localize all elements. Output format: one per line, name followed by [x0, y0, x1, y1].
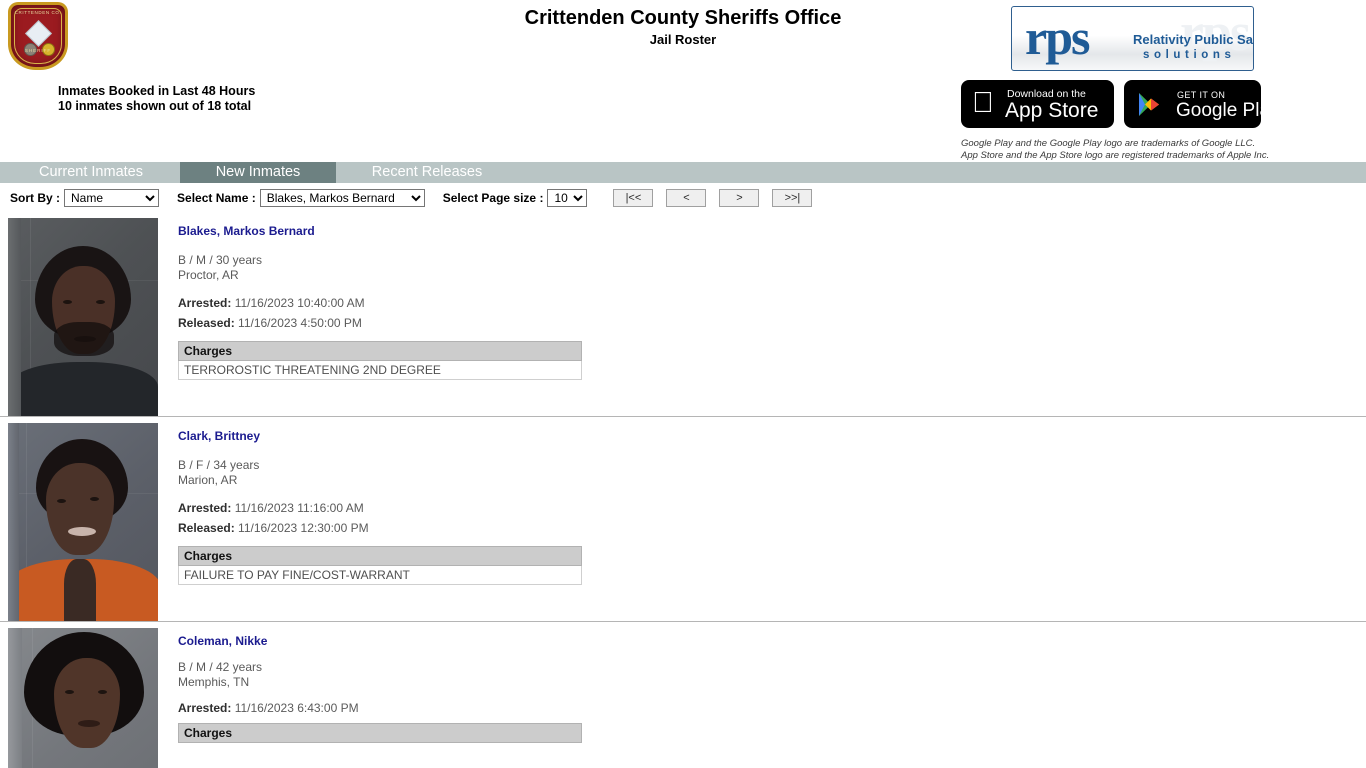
select-name-select[interactable]: Blakes, Markos Bernard — [259, 188, 425, 207]
app-store-big-label: App Store — [1005, 99, 1099, 122]
released-value: 11/16/2023 4:50:00 PM — [238, 316, 362, 330]
rps-tagline-2: solutions — [1143, 49, 1236, 61]
prev-page-button[interactable]: < — [666, 188, 707, 207]
arrested-value: 11/16/2023 11:16:00 AM — [234, 501, 364, 515]
inmate-demographics: B / M / 30 years — [178, 253, 263, 267]
inmate-location: Marion, AR — [178, 473, 238, 487]
charges-header-row: Charges — [178, 723, 582, 743]
released-label: Released: — [178, 316, 235, 330]
tab-bar: Current Inmates New Inmates Recent Relea… — [0, 162, 1366, 183]
charges-header-row: Charges — [178, 546, 582, 566]
charge-row: FAILURE TO PAY FINE/COST-WARRANT — [178, 565, 582, 585]
charges-header-cell: Charges — [178, 341, 582, 361]
charge-cell: FAILURE TO PAY FINE/COST-WARRANT — [178, 565, 582, 585]
inmate-details: Coleman, Nikke B / M / 42 years Memphis,… — [178, 628, 1366, 768]
arrested-value: 11/16/2023 6:43:00 PM — [234, 701, 359, 715]
inmate-record: Clark, Brittney B / F / 34 years Marion,… — [0, 416, 1366, 621]
inmate-mugshot — [8, 423, 158, 621]
arrested-label: Arrested: — [178, 296, 232, 310]
released-line: Released: 11/16/2023 12:30:00 PM — [178, 518, 1366, 538]
charge-cell: TERROROSTIC THREATENING 2ND DEGREE — [178, 360, 582, 380]
next-page-button[interactable]: > — [719, 188, 760, 207]
trademark-notice: Google Play and the Google Play logo are… — [961, 138, 1269, 161]
arrested-line: Arrested: 11/16/2023 10:40:00 AM — [178, 293, 1366, 313]
charges-table: Charges — [178, 723, 582, 743]
first-page-button[interactable]: |<< — [613, 188, 654, 207]
inmate-location: Memphis, TN — [178, 675, 250, 689]
charge-row: TERROROSTIC THREATENING 2ND DEGREE — [178, 360, 582, 380]
last-page-button[interactable]: >>| — [772, 188, 813, 207]
arrested-label: Arrested: — [178, 501, 232, 515]
inmate-dates: Arrested: 11/16/2023 11:16:00 AM Release… — [178, 498, 1366, 538]
released-line: Released: 11/16/2023 4:50:00 PM — [178, 313, 1366, 333]
released-label: Released: — [178, 521, 235, 535]
google-play-logo-icon — [1137, 92, 1161, 117]
tab-current-inmates[interactable]: Current Inmates — [8, 162, 174, 183]
inmate-demographics: B / M / 42 years — [178, 660, 263, 674]
page-size-label: Select Page size : — [442, 190, 544, 205]
inmate-location: Proctor, AR — [178, 268, 239, 282]
roster-controls: Sort By : Name Select Name : Blakes, Mar… — [0, 183, 1366, 212]
inmate-mugshot — [8, 628, 158, 768]
inmate-name-link[interactable]: Blakes, Markos Bernard — [178, 224, 315, 238]
apple-logo-icon:  — [972, 89, 996, 118]
arrested-label: Arrested: — [178, 701, 232, 715]
counts-line-2: 10 inmates shown out of 18 total — [58, 99, 252, 113]
inmate-details: Blakes, Markos Bernard B / M / 30 years … — [178, 218, 1366, 416]
charges-header-cell: Charges — [178, 723, 582, 743]
rps-wordmark: rps — [1025, 9, 1090, 65]
page-header: CRITTENDEN CO. SHERIFF Crittenden County… — [0, 0, 1366, 162]
charges-header-cell: Charges — [178, 546, 582, 566]
google-play-big-label: Google Play — [1176, 100, 1261, 121]
rps-tagline-1: Relativity Public Safety — [1133, 32, 1253, 47]
arrested-line: Arrested: 11/16/2023 6:43:00 PM — [178, 698, 1366, 718]
pagination: |<< < > >>| — [613, 188, 813, 207]
inmate-roster: Blakes, Markos Bernard B / M / 30 years … — [0, 212, 1366, 768]
trademark-line-1: Google Play and the Google Play logo are… — [961, 138, 1256, 149]
charges-table: Charges TERROROSTIC THREATENING 2ND DEGR… — [178, 341, 582, 380]
inmate-mugshot — [8, 218, 158, 416]
roster-counts: Inmates Booked in Last 48 Hours 10 inmat… — [58, 84, 255, 114]
inmate-dates: Arrested: 11/16/2023 10:40:00 AM Release… — [178, 293, 1366, 333]
sort-by-select[interactable]: Name — [64, 188, 160, 207]
inmate-name-link[interactable]: Coleman, Nikke — [178, 634, 267, 648]
app-store-button[interactable]:  Download on the App Store — [961, 80, 1114, 128]
inmate-record: Blakes, Markos Bernard B / M / 30 years … — [0, 212, 1366, 416]
charges-header-row: Charges — [178, 341, 582, 361]
badge-bottom-text: SHERIFF — [24, 48, 52, 53]
select-name-label: Select Name : — [177, 190, 256, 205]
tab-recent-releases[interactable]: Recent Releases — [344, 162, 510, 183]
trademark-line-2: App Store and the App Store logo are reg… — [961, 149, 1270, 161]
rps-logo: rps rps Relativity Public Safety solutio… — [1011, 6, 1254, 71]
released-value: 11/16/2023 12:30:00 PM — [238, 521, 369, 535]
arrested-value: 11/16/2023 10:40:00 AM — [234, 296, 365, 310]
arrested-line: Arrested: 11/16/2023 11:16:00 AM — [178, 498, 1366, 518]
inmate-name-link[interactable]: Clark, Brittney — [178, 429, 260, 443]
inmate-record: Coleman, Nikke B / M / 42 years Memphis,… — [0, 621, 1366, 768]
google-play-button[interactable]: GET IT ON Google Play — [1124, 80, 1261, 128]
tab-new-inmates[interactable]: New Inmates — [180, 162, 336, 183]
inmate-demographics: B / F / 34 years — [178, 458, 260, 472]
page-size-select[interactable]: 10 — [547, 188, 588, 207]
sort-by-label: Sort By : — [10, 190, 61, 205]
charges-table: Charges FAILURE TO PAY FINE/COST-WARRANT — [178, 546, 582, 585]
inmate-details: Clark, Brittney B / F / 34 years Marion,… — [178, 423, 1366, 621]
inmate-dates: Arrested: 11/16/2023 6:43:00 PM — [178, 698, 1366, 718]
counts-line-1: Inmates Booked in Last 48 Hours — [58, 84, 256, 98]
